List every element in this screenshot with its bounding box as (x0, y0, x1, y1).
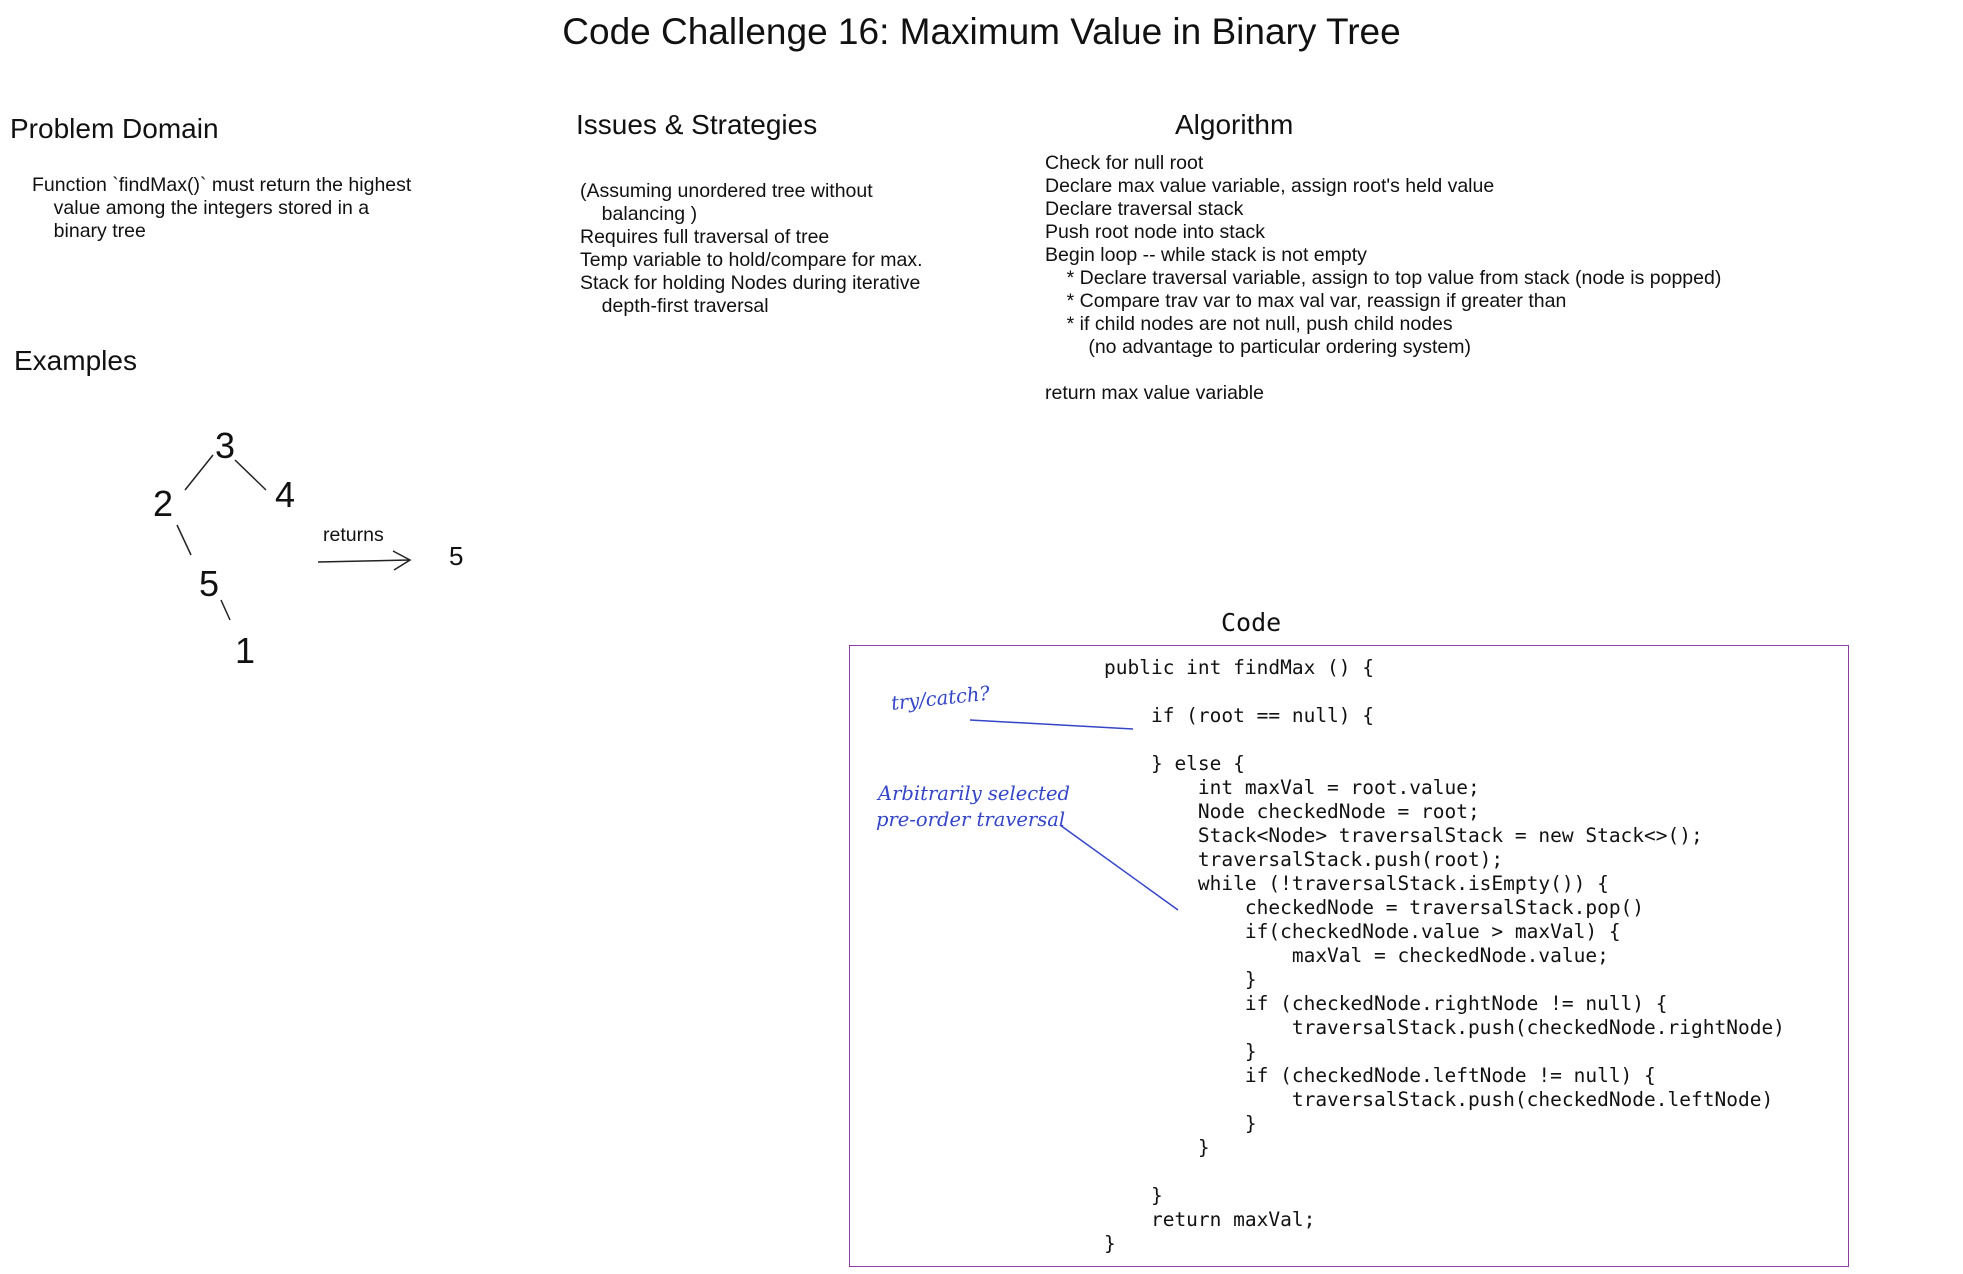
code-line: } else { (1104, 752, 1245, 775)
issues-heading: Issues & Strategies (576, 109, 818, 140)
edge-3-4 (234, 459, 267, 491)
code-line: public int findMax () { (1104, 656, 1375, 679)
code-heading: Code (1221, 608, 1282, 637)
code-line: if (root == null) { (1104, 704, 1375, 727)
code-line: while (!traversalStack.isEmpty()) { (1104, 872, 1609, 895)
code-line: } (1104, 1112, 1257, 1135)
edge-5-1 (220, 599, 231, 621)
code-line: Stack<Node> traversalStack = new Stack<>… (1104, 824, 1703, 847)
algorithm-text: Check for null root Declare max value va… (1045, 152, 1721, 405)
algorithm-line: Push root node into stack (1045, 221, 1266, 243)
tree-node-5: 5 (199, 563, 220, 604)
problem-domain-line: Function `findMax()` must return the hig… (32, 174, 412, 196)
algorithm-line: return max value variable (1045, 382, 1264, 404)
problem-domain-line: value among the integers stored in a (32, 197, 370, 219)
code-block: public int findMax () { if (root == null… (1104, 656, 1785, 1256)
returns-result: 5 (449, 541, 464, 571)
code-line: traversalStack.push(root); (1104, 848, 1504, 871)
code-line: checkedNode = traversalStack.pop() (1104, 896, 1645, 919)
code-line: int maxVal = root.value; (1104, 776, 1480, 799)
edge-2-5 (176, 524, 192, 556)
code-line: } (1104, 1232, 1116, 1255)
edge-3-2 (184, 454, 214, 491)
problem-domain-line: binary tree (32, 220, 146, 242)
issues-line: Stack for holding Nodes during iterative (580, 272, 921, 294)
algorithm-line: * if child nodes are not null, push chil… (1045, 313, 1453, 335)
code-line: if (checkedNode.leftNode != null) { (1104, 1064, 1656, 1087)
returns-label: returns (323, 524, 384, 546)
algorithm-line: * Declare traversal variable, assign to … (1045, 267, 1722, 289)
tree-node-3: 3 (215, 425, 236, 466)
tree-node-2: 2 (153, 483, 174, 524)
issues-line: balancing ) (580, 203, 698, 225)
code-line: if(checkedNode.value > maxVal) { (1104, 920, 1621, 943)
code-line: } (1104, 1040, 1257, 1063)
algorithm-line: (no advantage to particular ordering sys… (1045, 336, 1471, 358)
problem-domain-heading: Problem Domain (10, 113, 219, 144)
page-title: Code Challenge 16: Maximum Value in Bina… (562, 11, 1401, 52)
tree-node-1: 1 (235, 630, 256, 671)
traversal-annotation-line-1: Arbitrarily selected (878, 782, 1071, 805)
issues-line: Temp variable to hold/compare for max. (580, 249, 923, 271)
code-line: } (1104, 1184, 1163, 1207)
code-line: Node checkedNode = root; (1104, 800, 1480, 823)
code-line: traversalStack.push(checkedNode.leftNode… (1104, 1088, 1774, 1111)
examples-heading: Examples (14, 345, 137, 376)
problem-domain-text: Function `findMax()` must return the hig… (32, 174, 411, 243)
issues-line: Requires full traversal of tree (580, 226, 830, 248)
code-line: traversalStack.push(checkedNode.rightNod… (1104, 1016, 1785, 1039)
algorithm-line: Begin loop -- while stack is not empty (1045, 244, 1367, 266)
code-line: } (1104, 968, 1257, 991)
algorithm-heading: Algorithm (1175, 109, 1294, 140)
code-line: return maxVal; (1104, 1208, 1316, 1231)
issues-line: (Assuming unordered tree without (580, 180, 873, 202)
code-line: } (1104, 1136, 1210, 1159)
returns-arrow-shaft (317, 559, 411, 563)
algorithm-line: Declare traversal stack (1045, 198, 1244, 220)
code-line: maxVal = checkedNode.value; (1104, 944, 1609, 967)
issues-line: depth-first traversal (580, 295, 769, 317)
algorithm-line: Declare max value variable, assign root'… (1045, 175, 1495, 197)
algorithm-line: Check for null root (1045, 152, 1204, 174)
issues-text: (Assuming unordered tree without balanci… (580, 180, 923, 318)
traversal-annotation-line-2: pre-order traversal (876, 808, 1066, 831)
code-line: if (checkedNode.rightNode != null) { (1104, 992, 1668, 1015)
algorithm-line: * Compare trav var to max val var, reass… (1045, 290, 1567, 312)
algorithm-line (1045, 359, 1721, 382)
tree-node-4: 4 (275, 474, 296, 515)
